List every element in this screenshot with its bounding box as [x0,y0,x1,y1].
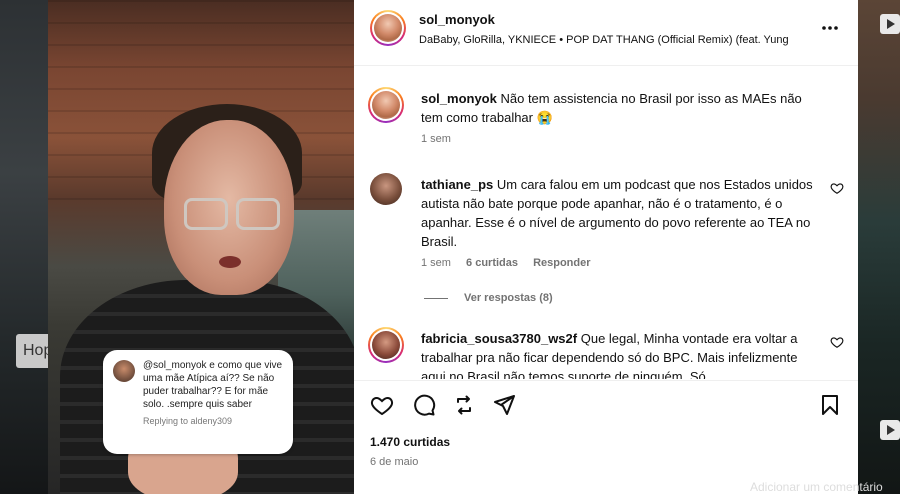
reply-sticker: @sol_monyok e como que vive uma mãe Atíp… [103,350,293,454]
comment-body: fabricia_sousa3780_ws2f Que legal, Minha… [421,329,821,379]
comment-body: sol_monyok Não tem assistencia no Brasil… [421,89,821,127]
comment-username[interactable]: fabricia_sousa3780_ws2f [421,331,577,346]
comment-meta: 1 sem 6 curtidas Responder [421,257,603,269]
share-icon[interactable] [452,393,476,417]
bookmark-icon[interactable] [818,393,842,417]
video-glasses [236,198,280,230]
video-glasses [184,198,228,230]
comment-avatar[interactable] [368,87,404,123]
reply-sticker-meta: Replying to aldeny309 [143,416,233,426]
comment-time[interactable]: 1 sem [421,257,451,269]
comments-list[interactable]: sol_monyok Não tem assistencia no Brasil… [354,67,858,379]
view-replies-line [424,297,448,299]
background-play-icon [880,14,900,34]
reel-video[interactable]: @sol_monyok e como que vive uma mãe Atíp… [48,0,354,494]
audio-track[interactable]: DaBaby, GloRilla, YKNIECE • POP DAT THAN… [419,34,819,46]
post-modal: @sol_monyok e como que vive uma mãe Atíp… [48,0,858,494]
send-icon[interactable] [492,393,516,417]
video-person-mouth [219,256,241,268]
view-replies-button[interactable]: Ver respostas (8) [424,292,553,304]
more-horizontal-icon[interactable] [820,18,842,38]
comment-username[interactable]: sol_monyok [421,91,497,106]
heart-icon[interactable] [370,393,394,417]
view-replies-label: Ver respostas (8) [464,292,553,304]
comment-body: tathiane_ps Um cara falou em um podcast … [421,175,821,251]
background-video-left: Hop [0,0,56,494]
comment-like-heart-icon[interactable] [830,335,844,349]
reply-sticker-text: @sol_monyok e como que vive uma mãe Atíp… [143,360,283,410]
comment-reply-button[interactable]: Responder [533,257,590,269]
author-username[interactable]: sol_monyok [419,12,495,27]
likes-count[interactable]: 1.470 curtidas [370,435,450,449]
comment-icon[interactable] [412,393,436,417]
background-right-text: Adicionar um comentário [750,480,883,494]
comment-avatar[interactable] [368,327,404,363]
comment-likes[interactable]: 6 curtidas [466,257,518,269]
comment-avatar[interactable] [370,173,402,205]
comment-time[interactable]: 1 sem [421,133,451,145]
comment-username[interactable]: tathiane_ps [421,177,493,192]
background-play-icon [880,420,900,440]
post-actions: 1.470 curtidas 6 de maio [354,380,858,494]
post-side-panel: sol_monyok DaBaby, GloRilla, YKNIECE • P… [354,0,858,494]
post-header: sol_monyok DaBaby, GloRilla, YKNIECE • P… [354,0,858,66]
author-avatar[interactable] [370,10,406,46]
comment-meta: 1 sem [421,133,463,145]
comment-like-heart-icon[interactable] [830,181,844,195]
post-date: 6 de maio [370,456,419,468]
reply-avatar [113,360,135,382]
